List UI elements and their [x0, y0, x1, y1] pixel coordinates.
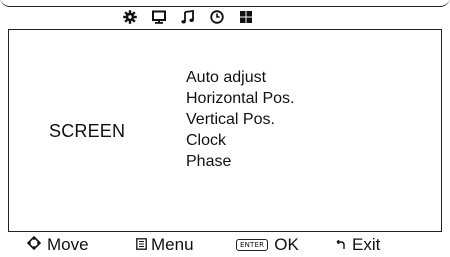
header-divider — [8, 29, 442, 30]
top-frame-edge — [0, 0, 450, 7]
menu-label: Menu — [151, 235, 194, 254]
move-label: Move — [47, 235, 89, 254]
footer-divider — [8, 231, 442, 232]
exit-hint: Exit — [336, 234, 380, 256]
menu-item-phase[interactable]: Phase — [186, 151, 295, 172]
panel-left-border — [8, 29, 9, 231]
section-title: SCREEN — [49, 121, 126, 141]
direction-pad-icon — [26, 235, 42, 255]
return-arrow-icon — [336, 235, 345, 255]
ok-hint: ENTER OK — [236, 234, 299, 256]
menu-item-vertical-pos[interactable]: Vertical Pos. — [186, 109, 295, 130]
enter-key-icon: ENTER — [236, 239, 269, 251]
windows-grid-icon[interactable] — [238, 9, 254, 25]
menu-tab-bar — [0, 7, 450, 29]
music-note-icon[interactable] — [180, 9, 196, 25]
gear-icon[interactable] — [122, 9, 138, 25]
panel-right-border — [441, 29, 442, 231]
menu-item-auto-adjust[interactable]: Auto adjust — [186, 67, 295, 88]
key-hint-bar: Move Menu ENTER OK Exit — [0, 234, 450, 257]
ok-label: OK — [274, 235, 299, 254]
monitor-icon[interactable] — [151, 9, 167, 25]
menu-list-icon — [136, 235, 147, 255]
exit-label: Exit — [352, 235, 381, 254]
clock-icon[interactable] — [209, 9, 225, 25]
menu-item-clock[interactable]: Clock — [186, 130, 295, 151]
move-hint: Move — [26, 234, 89, 256]
menu-hint: Menu — [136, 234, 194, 256]
screen-menu-list: Auto adjust Horizontal Pos. Vertical Pos… — [186, 67, 295, 172]
menu-item-horizontal-pos[interactable]: Horizontal Pos. — [186, 88, 295, 109]
